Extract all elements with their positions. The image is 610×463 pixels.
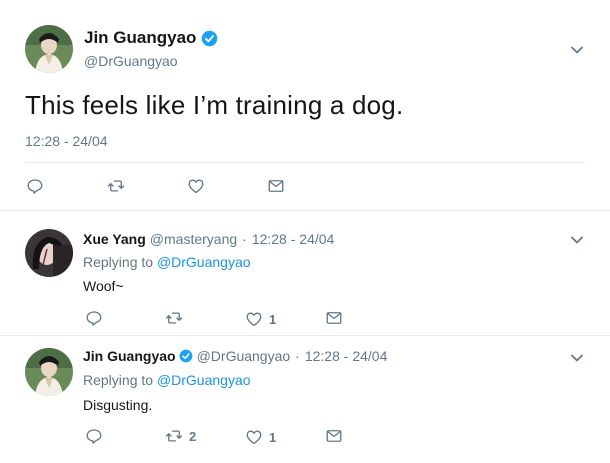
- like-icon: [246, 312, 262, 327]
- reply-icon: [86, 311, 102, 326]
- retweet-button[interactable]: [107, 177, 125, 195]
- reply-button[interactable]: [85, 309, 103, 327]
- separator-dot: ·: [242, 231, 247, 247]
- tweet-text: This feels like I’m training a dog.: [25, 90, 404, 120]
- tweet-text: Woof~: [83, 278, 124, 294]
- tweet-timestamp[interactable]: 12:28 - 24/04: [252, 231, 335, 247]
- replying-to-link[interactable]: @DrGuangyao: [157, 254, 251, 270]
- avatar[interactable]: [25, 25, 73, 73]
- reply-button[interactable]: [26, 177, 44, 195]
- direct-message-button[interactable]: [325, 309, 343, 327]
- retweet-count: 2: [189, 428, 197, 444]
- tweet-timestamp[interactable]: 12:28 - 24/04: [305, 348, 388, 364]
- separator-dot: ·: [295, 348, 300, 364]
- replying-to: Replying to @DrGuangyao: [83, 372, 251, 388]
- chevron-down-icon[interactable]: [569, 232, 585, 248]
- divider: [25, 162, 585, 163]
- retweet-button[interactable]: [165, 309, 189, 327]
- avatar[interactable]: [25, 348, 73, 396]
- retweet-icon: [165, 312, 183, 324]
- like-count: 1: [269, 429, 277, 445]
- main-tweet: Jin Guangyao @DrGuangyao This feels like…: [0, 0, 610, 210]
- author-handle[interactable]: @DrGuangyao: [84, 53, 178, 69]
- reply-header: Xue Yang @masteryang · 12:28 - 24/04: [83, 231, 334, 247]
- reply-button[interactable]: [85, 427, 103, 445]
- like-icon: [188, 179, 204, 194]
- like-button[interactable]: [187, 177, 205, 195]
- author-handle[interactable]: @DrGuangyao: [197, 348, 291, 364]
- direct-message-button[interactable]: [267, 177, 285, 195]
- direct-message-button[interactable]: [325, 427, 343, 445]
- author-name[interactable]: Jin Guangyao: [83, 348, 176, 364]
- retweet-icon: [107, 180, 125, 192]
- author-name[interactable]: Jin Guangyao: [84, 28, 196, 48]
- like-button[interactable]: 1: [245, 310, 276, 328]
- message-icon: [326, 430, 342, 442]
- replying-to-link[interactable]: @DrGuangyao: [157, 372, 251, 388]
- replying-to-label: Replying to: [83, 254, 154, 270]
- reply-icon: [86, 429, 102, 444]
- tweet-timestamp[interactable]: 12:28 - 24/04: [25, 133, 108, 149]
- tweet-text: Disgusting.: [83, 397, 153, 413]
- retweet-button[interactable]: 2: [165, 427, 196, 445]
- verified-badge-icon: [179, 349, 193, 363]
- like-button[interactable]: 1: [245, 428, 276, 446]
- replying-to-label: Replying to: [83, 372, 154, 388]
- like-count: 1: [269, 311, 277, 327]
- like-icon: [246, 430, 262, 445]
- chevron-down-icon[interactable]: [569, 350, 585, 366]
- author-handle[interactable]: @masteryang: [150, 231, 237, 247]
- avatar[interactable]: [25, 229, 73, 277]
- message-icon: [326, 312, 342, 324]
- replying-to: Replying to @DrGuangyao: [83, 254, 251, 270]
- reply-tweet[interactable]: Jin Guangyao @DrGuangyao · 12:28 - 24/04…: [0, 336, 610, 463]
- chevron-down-icon[interactable]: [569, 42, 585, 58]
- verified-badge-icon: [201, 30, 218, 47]
- retweet-icon: [165, 430, 183, 442]
- author-name-row: Jin Guangyao: [84, 28, 218, 48]
- reply-tweet[interactable]: Xue Yang @masteryang · 12:28 - 24/04 Rep…: [0, 211, 610, 335]
- author-name[interactable]: Xue Yang: [83, 231, 146, 247]
- reply-header: Jin Guangyao @DrGuangyao · 12:28 - 24/04: [83, 348, 387, 364]
- message-icon: [268, 180, 284, 192]
- reply-icon: [27, 179, 43, 194]
